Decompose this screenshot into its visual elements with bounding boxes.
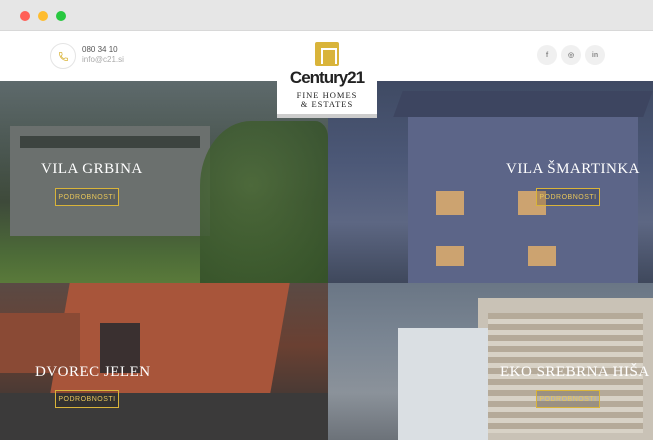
details-button[interactable]: PODROBNOSTI [55, 390, 119, 408]
close-window-button[interactable] [20, 11, 30, 21]
logo-brand: Century21 [289, 68, 365, 87]
wall-image [0, 393, 328, 440]
browser-chrome [0, 0, 653, 31]
house-window-image [528, 246, 556, 266]
phone-number[interactable]: 080 34 10 [82, 45, 124, 55]
project-title: VILA ŠMARTINKA [506, 161, 641, 177]
logo-tagline-line2: & ESTATES [300, 99, 354, 109]
tree-image [200, 121, 328, 283]
linkedin-icon[interactable]: in [585, 45, 605, 65]
building-image-windows [20, 136, 200, 148]
project-title: DVOREC JELEN [35, 364, 151, 380]
project-title: VILA GRBINA [41, 161, 143, 177]
house-window-image [436, 246, 464, 266]
house-roof-image [393, 91, 653, 117]
contact-info: 080 34 10 info@c21.si [82, 45, 124, 65]
details-button[interactable]: PODROBNOSTI [536, 390, 600, 408]
project-title: EKO SREBRNA HIŠA [500, 364, 650, 380]
gate-crest-icon [315, 42, 339, 66]
phone-icon[interactable] [50, 43, 76, 69]
project-tile-dvorec-jelen[interactable]: DVOREC JELEN PODROBNOSTI [0, 283, 328, 440]
project-tile-eko-srebrna-hisa[interactable]: EKO SREBRNA HIŠA PODROBNOSTI [328, 283, 653, 440]
house-window-image [436, 191, 464, 215]
logo-tagline: FINE HOMES & ESTATES [277, 91, 377, 109]
details-button[interactable]: PODROBNOSTI [55, 188, 119, 206]
building-image [398, 328, 488, 440]
details-button[interactable]: PODROBNOSTI [536, 188, 600, 206]
facebook-icon[interactable]: f [537, 45, 557, 65]
minimize-window-button[interactable] [38, 11, 48, 21]
maximize-window-button[interactable] [56, 11, 66, 21]
century21-logo[interactable]: Century21 FINE HOMES & ESTATES [277, 40, 377, 118]
instagram-icon[interactable]: ◎ [561, 45, 581, 65]
email-address[interactable]: info@c21.si [82, 55, 124, 65]
phone-glyph [58, 51, 68, 61]
